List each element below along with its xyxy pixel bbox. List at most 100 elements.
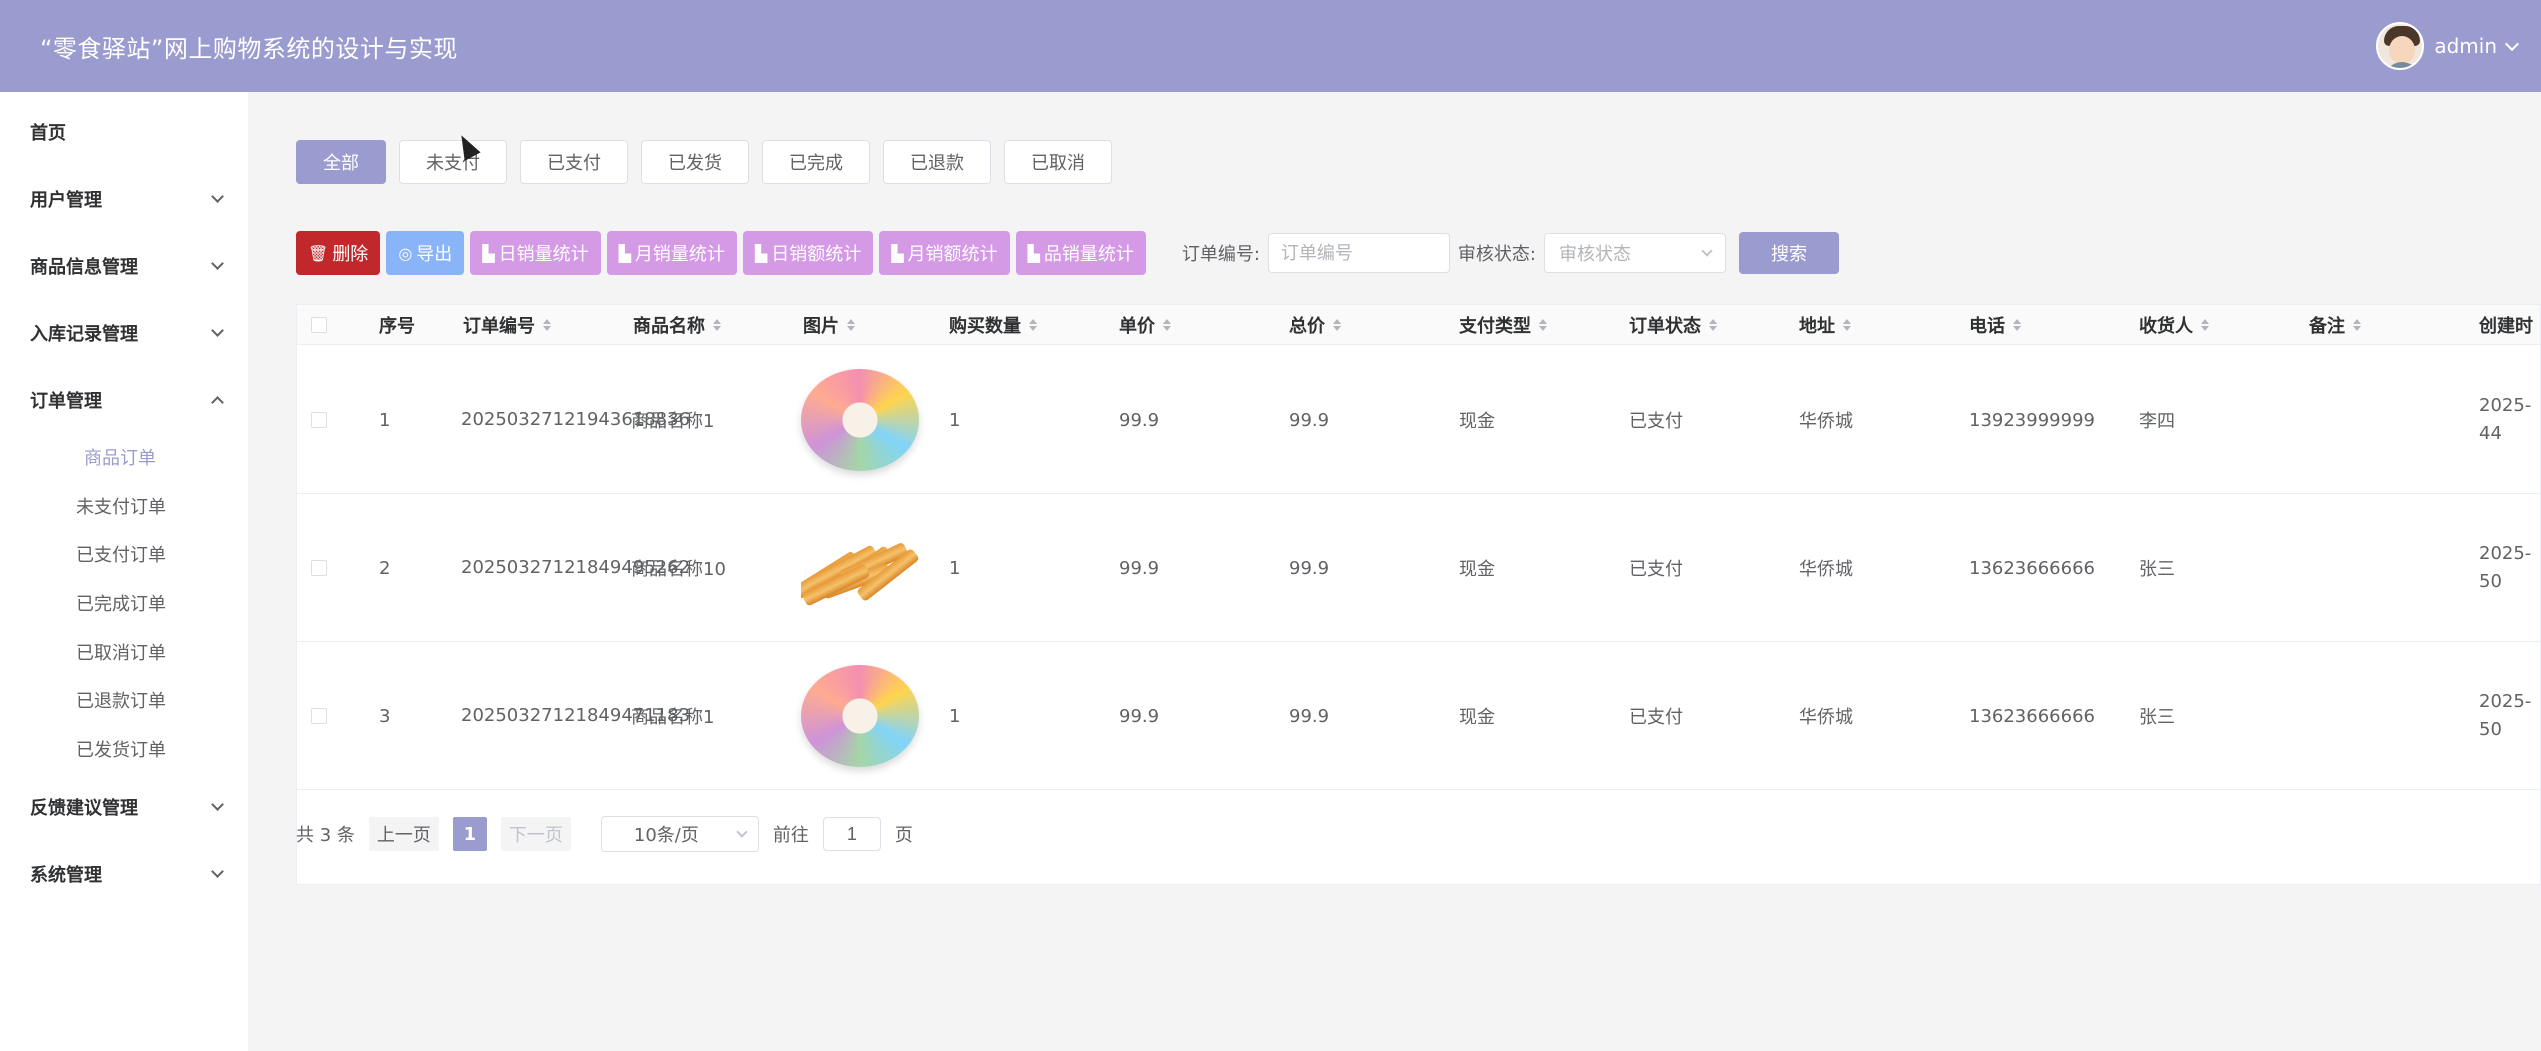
header-total-price[interactable]: 总价 (1289, 305, 1341, 345)
sidebar-subitem-product-orders[interactable]: 商品订单 (0, 433, 248, 482)
goto-page-input[interactable] (822, 817, 881, 851)
chevron-down-icon (736, 825, 748, 838)
sort-icon[interactable] (2353, 319, 2361, 331)
tab-shipped[interactable]: 已发货 (641, 140, 749, 184)
sidebar-item-home[interactable]: 首页 (0, 98, 248, 165)
order-no-input[interactable] (1267, 233, 1450, 273)
row-checkbox[interactable] (311, 708, 327, 724)
header-pay-type[interactable]: 支付类型 (1459, 305, 1547, 345)
sidebar-item-label: 商品信息管理 (30, 256, 138, 278)
tab-unpaid[interactable]: 未支付 (399, 140, 507, 184)
sidebar-subitem-paid-orders[interactable]: 已支付订单 (0, 530, 248, 579)
day-sales-amount-button[interactable]: ▙ 日销额统计 (742, 231, 874, 275)
row-checkbox[interactable] (311, 412, 327, 428)
header-order-no[interactable]: 订单编号 (463, 305, 551, 345)
header-created[interactable]: 创建时 (2479, 305, 2533, 345)
sort-icon[interactable] (1843, 319, 1851, 331)
bar-chart-icon: ▙ (482, 243, 495, 263)
sidebar-subitem-cancelled-orders[interactable]: 已取消订单 (0, 627, 248, 676)
select-all-checkbox[interactable] (311, 317, 327, 333)
sort-icon[interactable] (2201, 319, 2209, 331)
cell-total-price: 99.9 (1289, 557, 1330, 579)
goto-label: 前往 (772, 825, 809, 846)
app-title: “零食驿站”网上购物系统的设计与实现 (40, 34, 458, 63)
user-menu[interactable]: admin (2376, 22, 2520, 70)
header-address[interactable]: 地址 (1799, 305, 1851, 345)
page-size-select[interactable]: 10条/页 (600, 816, 759, 852)
month-sales-qty-label: 月销量统计 (634, 244, 725, 265)
sort-icon[interactable] (1333, 319, 1341, 331)
avatar[interactable] (2376, 22, 2425, 70)
sort-icon[interactable] (2013, 319, 2021, 331)
search-button[interactable]: 搜索 (1739, 232, 1839, 274)
export-button[interactable]: ◎ 导出 (386, 231, 465, 275)
cell-phone: 13923999999 (1969, 409, 2095, 431)
bar-chart-icon: ▙ (1027, 243, 1040, 263)
cell-address: 华侨城 (1799, 559, 1853, 580)
header-product-name[interactable]: 商品名称 (633, 305, 721, 345)
fries-image[interactable] (801, 514, 925, 622)
header-quantity[interactable]: 购买数量 (949, 305, 1037, 345)
cell-created: 2025- 50 (2479, 543, 2532, 592)
sidebar-item-users[interactable]: 用户管理 (0, 165, 248, 232)
header-order-status[interactable]: 订单状态 (1629, 305, 1717, 345)
delete-button[interactable]: 🗑 删除 (296, 231, 381, 275)
row-checkbox[interactable] (311, 560, 327, 576)
sidebar-item-feedback[interactable]: 反馈建议管理 (0, 773, 248, 840)
candy-image[interactable] (801, 369, 919, 471)
sort-icon[interactable] (1029, 319, 1037, 331)
sort-icon[interactable] (1539, 319, 1547, 331)
tab-refunded[interactable]: 已退款 (883, 140, 991, 184)
chevron-down-icon[interactable] (2504, 36, 2520, 51)
sidebar-subitem-unpaid-orders[interactable]: 未支付订单 (0, 482, 248, 531)
cell-product-name: 商品名称1 (631, 411, 715, 432)
header-receiver[interactable]: 收货人 (2139, 305, 2209, 345)
prev-page-button[interactable]: 上一页 (368, 817, 439, 851)
sort-icon[interactable] (847, 319, 855, 331)
sort-icon[interactable] (543, 319, 551, 331)
sidebar-subitem-label: 已发货订单 (76, 739, 166, 761)
sort-icon[interactable] (713, 319, 721, 331)
tab-paid[interactable]: 已支付 (520, 140, 628, 184)
sort-icon[interactable] (1709, 319, 1717, 331)
sidebar-item-system[interactable]: 系统管理 (0, 840, 248, 907)
tab-all[interactable]: 全部 (296, 140, 386, 184)
audit-status-select[interactable]: 审核状态 (1544, 233, 1726, 273)
sort-icon[interactable] (1163, 319, 1171, 331)
goto-suffix: 页 (894, 825, 913, 846)
sidebar-item-label: 订单管理 (30, 390, 102, 412)
header-remark[interactable]: 备注 (2309, 305, 2361, 345)
sidebar-item-products[interactable]: 商品信息管理 (0, 232, 248, 299)
username[interactable]: admin (2434, 34, 2497, 58)
header-phone[interactable]: 电话 (1969, 305, 2021, 345)
tab-completed[interactable]: 已完成 (762, 140, 870, 184)
sidebar-subitem-refunded-orders[interactable]: 已退款订单 (0, 676, 248, 725)
month-sales-amount-button[interactable]: ▙ 月销额统计 (879, 231, 1010, 275)
cell-quantity: 1 (949, 557, 961, 579)
cell-order-status: 已支付 (1629, 559, 1683, 580)
sidebar-subitem-shipped-orders[interactable]: 已发货订单 (0, 725, 248, 774)
product-sales-qty-button[interactable]: ▙ 品销量统计 (1015, 231, 1146, 275)
candy-image[interactable] (801, 665, 919, 767)
cell-index: 1 (379, 409, 391, 431)
sidebar-subitem-completed-orders[interactable]: 已完成订单 (0, 579, 248, 628)
day-sales-qty-button[interactable]: ▙ 日销量统计 (470, 231, 601, 275)
page-number-button[interactable]: 1 (452, 817, 487, 851)
header-unit-price[interactable]: 单价 (1119, 305, 1171, 345)
sidebar-item-stock-records[interactable]: 入库记录管理 (0, 299, 248, 366)
sidebar-item-orders[interactable]: 订单管理 (0, 366, 248, 433)
tab-cancelled[interactable]: 已取消 (1004, 140, 1112, 184)
table-row[interactable]: 2 20250327121849495262 商品名称10 1 99.9 99.… (297, 494, 2540, 642)
table-row[interactable]: 1 20250327121943618836 商品名称1 1 99.9 99.9… (297, 346, 2540, 494)
cell-unit-price: 99.9 (1119, 409, 1160, 431)
audit-status-label: 审核状态: (1457, 244, 1536, 265)
month-sales-qty-button[interactable]: ▙ 月销量统计 (606, 231, 737, 275)
next-page-button[interactable]: 下一页 (500, 817, 571, 851)
pagination-total: 共 3 条 (296, 825, 355, 846)
delete-label: 删除 (332, 244, 369, 265)
header-image[interactable]: 图片 (803, 305, 855, 345)
table-row[interactable]: 3 20250327121849471183 商品名称1 1 99.9 99.9… (297, 642, 2540, 790)
cell-created: 2025- 44 (2479, 395, 2532, 444)
header-index: 序号 (379, 316, 415, 337)
chevron-down-icon (211, 256, 224, 270)
